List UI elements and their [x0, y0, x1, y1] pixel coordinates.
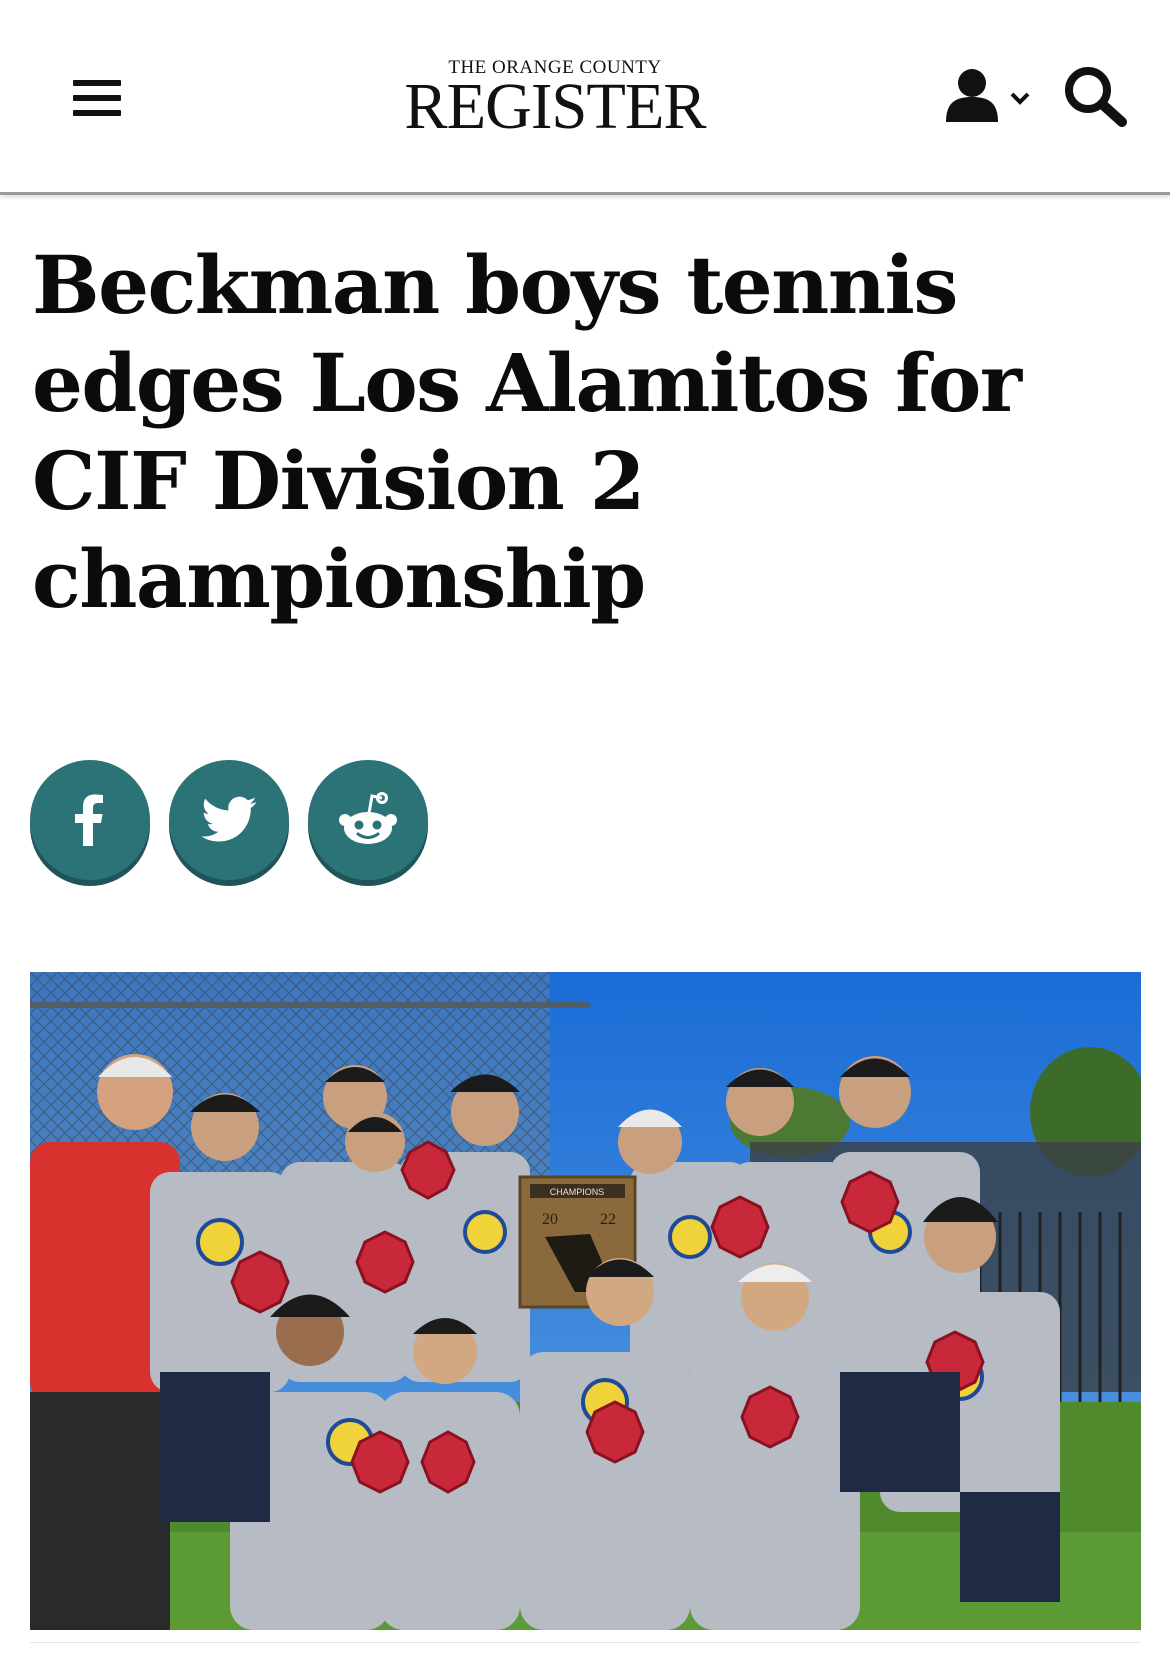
user-icon [946, 69, 1030, 122]
share-reddit-button[interactable] [308, 760, 428, 880]
search-button[interactable] [1062, 64, 1130, 128]
article-photo: CHAMPIONS 20 22 [30, 972, 1141, 1630]
share-facebook-button[interactable] [30, 760, 150, 880]
site-header: THE ORANGE COUNTY REGISTER [0, 0, 1170, 195]
hamburger-menu-icon[interactable] [73, 78, 123, 118]
plaque-year-right: 22 [600, 1211, 616, 1228]
photo-divider [30, 1642, 1141, 1643]
facebook-icon [75, 794, 103, 846]
article-headline: Beckman boys tennis edges Los Alamitos f… [32, 238, 1022, 626]
account-menu[interactable] [944, 66, 1044, 126]
twitter-icon [201, 796, 257, 842]
team-photo-illustration: CHAMPIONS 20 22 [30, 972, 1141, 1630]
plaque-year-left: 20 [542, 1211, 558, 1228]
chevron-down-icon [1010, 92, 1030, 105]
reddit-icon [339, 792, 397, 844]
search-icon [1065, 67, 1127, 127]
share-twitter-button[interactable] [169, 760, 289, 880]
plaque-top-text: CHAMPIONS [550, 1187, 605, 1197]
logo-main-text: REGISTER [404, 70, 706, 143]
site-logo[interactable]: THE ORANGE COUNTY REGISTER [385, 58, 725, 143]
